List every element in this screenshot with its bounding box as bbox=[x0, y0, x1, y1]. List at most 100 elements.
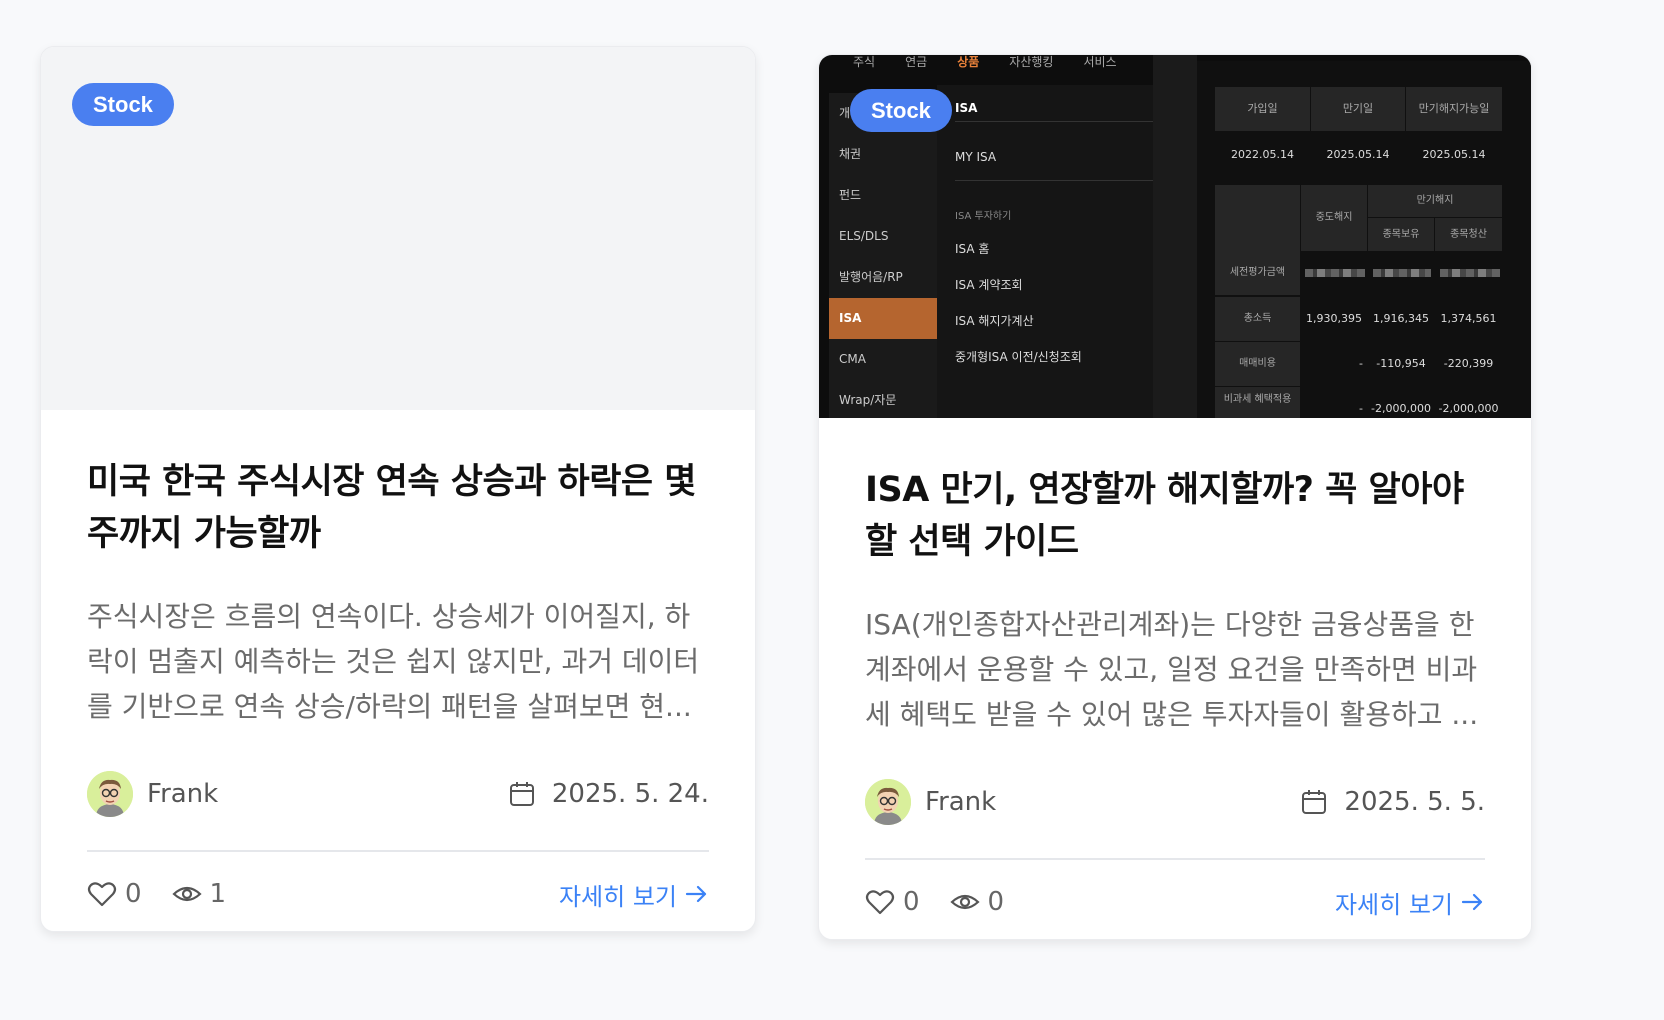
author: Frank bbox=[865, 779, 996, 825]
author-name: Frank bbox=[925, 787, 997, 817]
screenshot-table: 가입일 만기일 만기해지가능일 2022.05.14 2025.05.14 20… bbox=[1197, 61, 1531, 418]
blurred-value bbox=[1305, 269, 1365, 277]
arrow-right-icon bbox=[685, 885, 707, 903]
table-cell: - bbox=[1359, 357, 1363, 370]
avatar bbox=[87, 771, 133, 817]
table-head: 만기일 bbox=[1311, 87, 1405, 131]
midnav-section: ISA 투자하기 bbox=[955, 211, 1012, 222]
table-cell: 2025.05.14 bbox=[1326, 148, 1390, 161]
topnav-item: 주식 bbox=[853, 55, 876, 69]
post-meta: Frank 2025. 5. 5. bbox=[865, 777, 1485, 827]
heart-icon bbox=[87, 882, 117, 907]
table-cell: -2,000,000 bbox=[1438, 402, 1499, 415]
post-excerpt: 주식시장은 흐름의 연속이다. 상승세가 이어질지, 하락이 멈출지 예측하는 … bbox=[87, 600, 700, 723]
post-card[interactable]: Stock 미국 한국 주식시장 연속 상승과 하락은 몇 주까지 가능할까 주… bbox=[40, 46, 756, 932]
leftnav-item: ELS/DLS bbox=[839, 229, 889, 243]
table-subhead: 종목청산 bbox=[1435, 218, 1502, 251]
table-cell: 1,916,345 bbox=[1373, 312, 1429, 325]
post-meta: Frank 2025. 5. 24. bbox=[87, 769, 709, 819]
screenshot-gap bbox=[1153, 55, 1197, 418]
leftnav-item: 발행어음/RP bbox=[839, 270, 903, 284]
midnav-item: ISA 해지가계산 bbox=[955, 314, 1034, 328]
table-cell: 2022.05.14 bbox=[1231, 148, 1294, 161]
post-excerpt: ISA(개인종합자산관리계좌)는 다양한 금융상품을 한 계좌에서 운용할 수 … bbox=[865, 608, 1479, 731]
view-stat: 0 bbox=[949, 887, 1005, 917]
calendar-icon bbox=[509, 782, 534, 806]
table-head: 만기해지가능일 bbox=[1406, 87, 1502, 131]
date-text: 2025. 5. 24. bbox=[551, 779, 709, 809]
topnav-item: 자산행킹 bbox=[1009, 55, 1054, 69]
post-footer: 0 1 자세히 보기 bbox=[87, 852, 709, 931]
read-more-label: 자세히 보기 bbox=[558, 882, 677, 911]
read-more-link[interactable]: 자세히 보기 bbox=[1335, 885, 1485, 920]
table-cell: - bbox=[1359, 402, 1363, 415]
row-label: 세전평가금액 bbox=[1215, 251, 1300, 295]
table-cell: 1,930,395 bbox=[1306, 312, 1362, 325]
calendar-icon bbox=[1302, 790, 1327, 814]
table-subhead: 만기해지 bbox=[1368, 185, 1502, 217]
author-name: Frank bbox=[147, 779, 219, 809]
screenshot-midnav: ISA MY ISA ISA 투자하기 ISA 홈 ISA 계약조회 ISA 해… bbox=[937, 85, 1153, 418]
post-thumbnail: 주식 연금 상품 자산행킹 서비스 개 채권 펀드 ELS/DLS 발행어음/R… bbox=[819, 55, 1531, 418]
like-button[interactable]: 0 bbox=[87, 879, 142, 909]
table-cell: 2025.05.14 bbox=[1422, 148, 1486, 161]
post-stats: 0 0 bbox=[865, 887, 1004, 917]
post-date: 2025. 5. 5. bbox=[1300, 787, 1485, 817]
midnav-separator bbox=[955, 180, 1153, 181]
table-cell: -220,399 bbox=[1443, 357, 1494, 370]
date-text: 2025. 5. 5. bbox=[1344, 787, 1485, 817]
eye-icon bbox=[949, 894, 980, 910]
category-badge[interactable]: Stock bbox=[850, 89, 952, 132]
table-cell: -110,954 bbox=[1376, 357, 1426, 370]
topnav-item: 연금 bbox=[905, 55, 928, 69]
leftnav-item: Wrap/자문 bbox=[839, 393, 897, 407]
post-date: 2025. 5. 24. bbox=[508, 779, 709, 809]
table-head: 가입일 bbox=[1215, 87, 1310, 131]
read-more-label: 자세히 보기 bbox=[1334, 890, 1453, 919]
row-label: 매매비용 bbox=[1215, 342, 1300, 386]
post-card[interactable]: 주식 연금 상품 자산행킹 서비스 개 채권 펀드 ELS/DLS 발행어음/R… bbox=[818, 54, 1532, 940]
leftnav-item-active: ISA bbox=[829, 298, 937, 339]
topnav-item-active: 상품 bbox=[957, 55, 980, 69]
heart-icon bbox=[865, 890, 895, 915]
post-title[interactable]: 미국 한국 주식시장 연속 상승과 하락은 몇 주까지 가능할까 bbox=[87, 456, 709, 560]
screenshot-topnav: 주식 연금 상품 자산행킹 서비스 bbox=[853, 55, 1117, 70]
view-stat: 1 bbox=[171, 879, 227, 909]
table-head-blank bbox=[1215, 185, 1300, 251]
leftnav-item: CMA bbox=[839, 352, 866, 366]
avatar-face-icon bbox=[865, 779, 911, 825]
leftnav-item: 펀드 bbox=[839, 188, 862, 202]
like-button[interactable]: 0 bbox=[865, 887, 920, 917]
midnav-item: 중개형ISA 이전/신청조회 bbox=[955, 350, 1082, 364]
post-stats: 0 1 bbox=[87, 879, 226, 909]
post-title[interactable]: ISA 만기, 연장할까 해지할까? 꼭 알아야 할 선택 가이드 bbox=[865, 464, 1485, 568]
table-cell: 1,374,561 bbox=[1440, 312, 1497, 325]
screenshot-leftnav: 개 채권 펀드 ELS/DLS 발행어음/RP ISA CMA Wrap/자문 bbox=[829, 93, 937, 418]
row-label: 비과세 혜택적용 bbox=[1215, 387, 1300, 418]
leftnav-item: 채권 bbox=[839, 147, 862, 161]
category-badge[interactable]: Stock bbox=[72, 83, 174, 126]
blurred-value bbox=[1373, 269, 1431, 277]
topnav-item: 서비스 bbox=[1083, 55, 1117, 69]
avatar bbox=[865, 779, 911, 825]
post-footer: 0 0 자세히 보기 bbox=[865, 860, 1485, 939]
view-count: 0 bbox=[987, 887, 1005, 917]
arrow-right-icon bbox=[1461, 893, 1483, 911]
blurred-value bbox=[1440, 269, 1500, 277]
like-count: 0 bbox=[903, 887, 920, 917]
author: Frank bbox=[87, 771, 218, 817]
post-thumbnail-placeholder: Stock bbox=[41, 47, 755, 410]
table-subhead: 종목보유 bbox=[1368, 218, 1434, 251]
midnav-item: MY ISA bbox=[955, 150, 997, 164]
midnav-item: ISA 계약조회 bbox=[955, 278, 1023, 292]
row-label: 총소득 bbox=[1215, 297, 1300, 341]
midnav-item: ISA 홈 bbox=[955, 242, 990, 256]
midnav-separator bbox=[955, 121, 1153, 122]
like-count: 0 bbox=[125, 879, 142, 909]
read-more-link[interactable]: 자세히 보기 bbox=[559, 877, 709, 912]
view-count: 1 bbox=[209, 879, 227, 909]
eye-icon bbox=[171, 886, 202, 902]
table-subhead: 중도해지 bbox=[1301, 185, 1367, 251]
table-cell: -2,000,000 bbox=[1371, 402, 1431, 415]
avatar-face-icon bbox=[87, 771, 133, 817]
